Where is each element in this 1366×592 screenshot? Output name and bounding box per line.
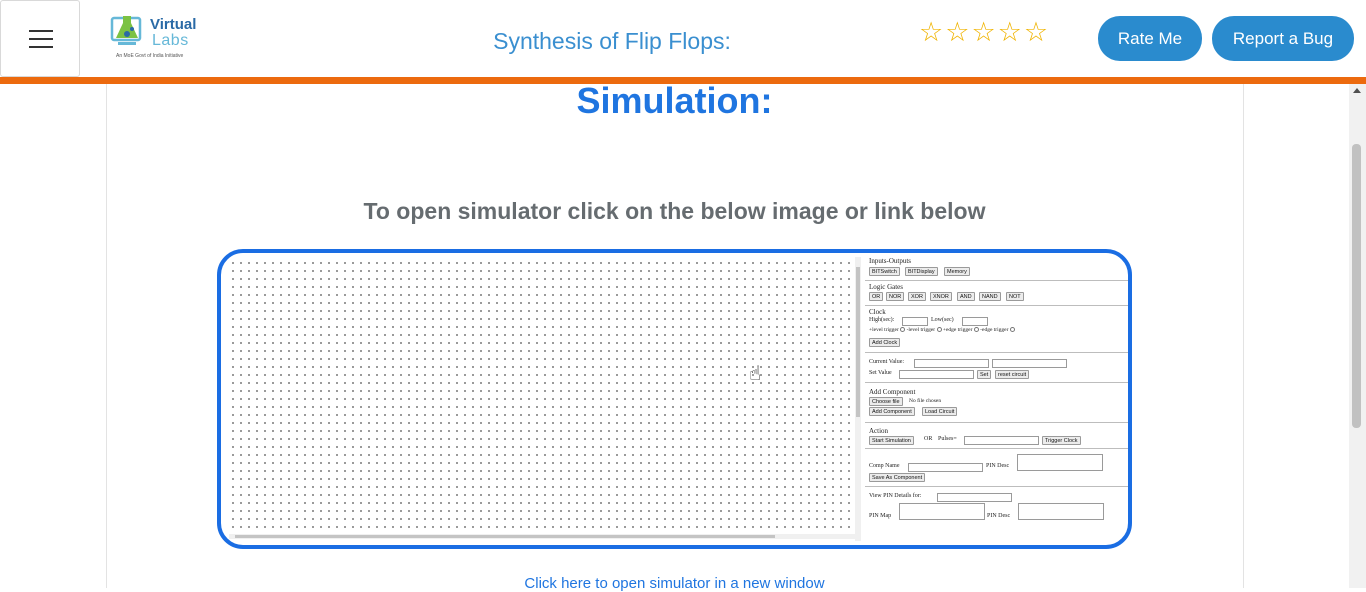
view-pin-label: View PIN Details for: [869,493,922,499]
add-component-button: Add Component [869,407,915,416]
load-circuit-button: Load Circuit [922,407,958,416]
save-component-section: Comp Name PIN Desc Save As Component [865,449,1128,487]
pin-desc-label: PIN Desc [986,463,1010,469]
menu-line [29,46,53,48]
nor-gate-button: NOR [886,292,905,301]
star-outline-icon[interactable]: ☆ [1024,18,1048,48]
add-component-title: Add Component [869,388,916,396]
canvas-vertical-scrollbar [855,257,861,541]
hamburger-menu-button[interactable] [0,0,80,77]
simulator-controls-panel: Inputs-Outputs BITSwitch BITDisplay Memo… [865,255,1128,545]
star-rating[interactable]: ☆ ☆ ☆ ☆ ☆ [919,18,1048,48]
menu-line [29,30,53,32]
star-outline-icon[interactable]: ☆ [971,18,995,48]
logic-gates-section: Logic Gates OR NOR XOR XNOR AND NAND NOT [865,281,1128,306]
or-label: OR [924,436,933,442]
bitdisplay-button: BITDisplay [905,267,938,276]
logo-text-labs: Labs [152,32,189,49]
radio-icon [936,327,942,333]
circuit-canvas-grid [229,259,855,537]
trigger-label: +level trigger [869,327,899,333]
star-outline-icon[interactable]: ☆ [945,18,969,48]
simulator-preview-image[interactable]: ☝ Inputs-Outputs BITSwitch BITDisplay Me… [217,249,1132,549]
high-sec-label: High(sec): [869,317,895,323]
clock-title: Clock [869,308,886,316]
trigger-label: +edge trigger [942,327,973,333]
rate-me-button[interactable]: Rate Me [1098,16,1202,61]
comp-name-label: Comp Name [869,463,900,469]
set-value-label: Set Value [869,370,892,376]
star-outline-icon[interactable]: ☆ [919,18,943,48]
no-file-label: No file chosen [909,398,942,404]
radio-icon [973,327,979,333]
radio-icon [1009,327,1015,333]
top-navbar: Virtual Labs An MoE Govt of India Initia… [0,0,1366,78]
nand-gate-button: NAND [979,292,1001,301]
clock-section: Clock High(sec): Low(sec) +level trigger… [865,306,1128,353]
low-sec-label: Low(sec) [931,317,954,323]
xnor-gate-button: XNOR [930,292,952,301]
pin-desc-textarea [1017,454,1103,471]
set-button: Set [977,370,992,379]
current-value-input-2 [992,359,1067,368]
memory-button: Memory [944,267,970,276]
view-pin-input [937,493,1012,502]
virtual-labs-logo[interactable]: Virtual Labs An MoE Govt of India Initia… [108,12,208,64]
scroll-up-arrow-icon[interactable] [1353,88,1361,93]
page-scrollbar[interactable] [1349,84,1366,588]
trigger-label: -edge trigger [980,327,1009,333]
logo-text-virtual: Virtual [150,16,197,33]
high-sec-input [902,317,928,326]
scroll-thumb [856,267,860,417]
trigger-options: +level trigger -level trigger +edge trig… [869,327,1015,333]
pulses-label: Pulses= [938,436,957,442]
xor-gate-button: XOR [908,292,926,301]
simulation-heading: Simulation: [576,80,773,121]
and-gate-button: AND [957,292,975,301]
start-simulation-button: Start Simulation [869,436,914,445]
add-clock-button: Add Clock [869,338,901,347]
add-component-section: Add Component Choose file No file chosen… [865,383,1128,423]
simulator-instruction: To open simulator click on the below ima… [363,198,986,224]
experiment-title: Synthesis of Flip Flops: [493,28,731,54]
pin-desc-textarea-2 [1018,503,1104,520]
pin-desc-label-2: PIN Desc [987,513,1011,519]
action-section: Action Start Simulation OR Pulses= Trigg… [865,423,1128,449]
trigger-clock-button: Trigger Clock [1042,436,1081,445]
reset-circuit-button: reset circuit [995,370,1030,379]
action-title: Action [869,427,889,435]
report-bug-button[interactable]: Report a Bug [1212,16,1354,61]
comp-name-input [908,463,983,472]
set-value-input [899,370,974,379]
io-section: Inputs-Outputs BITSwitch BITDisplay Memo… [865,255,1128,281]
canvas-horizontal-scrollbar [229,534,855,539]
pin-map-textarea [899,503,985,520]
pin-details-section: View PIN Details for: PIN Map PIN Desc [865,487,1128,545]
current-value-input [914,359,989,368]
io-title: Inputs-Outputs [869,257,911,265]
scroll-thumb [235,535,775,538]
star-outline-icon[interactable]: ☆ [998,18,1022,48]
save-as-component-button: Save As Component [869,473,926,482]
pin-map-label: PIN Map [869,513,892,519]
current-value-label: Current Value: [869,359,905,365]
logic-gates-title: Logic Gates [869,283,904,291]
hand-pointer-icon: ☝ [749,361,762,385]
radio-icon [900,327,906,333]
trigger-label: -level trigger [906,327,936,333]
pulses-input [964,436,1039,445]
open-simulator-link[interactable]: Click here to open simulator in a new wi… [0,575,1349,592]
bitswitch-button: BITSwitch [869,267,900,276]
flask-logo-icon [110,16,142,45]
values-section: Current Value: Set Value Set reset circu… [865,353,1128,383]
not-gate-button: NOT [1006,292,1024,301]
or-gate-button: OR [869,292,884,301]
page-scroll-thumb[interactable] [1352,144,1361,428]
choose-file-button: Choose file [869,397,903,406]
menu-line [29,38,53,40]
low-sec-input [962,317,988,326]
logo-tagline: An MoE Govt of India Initiative [116,53,184,59]
